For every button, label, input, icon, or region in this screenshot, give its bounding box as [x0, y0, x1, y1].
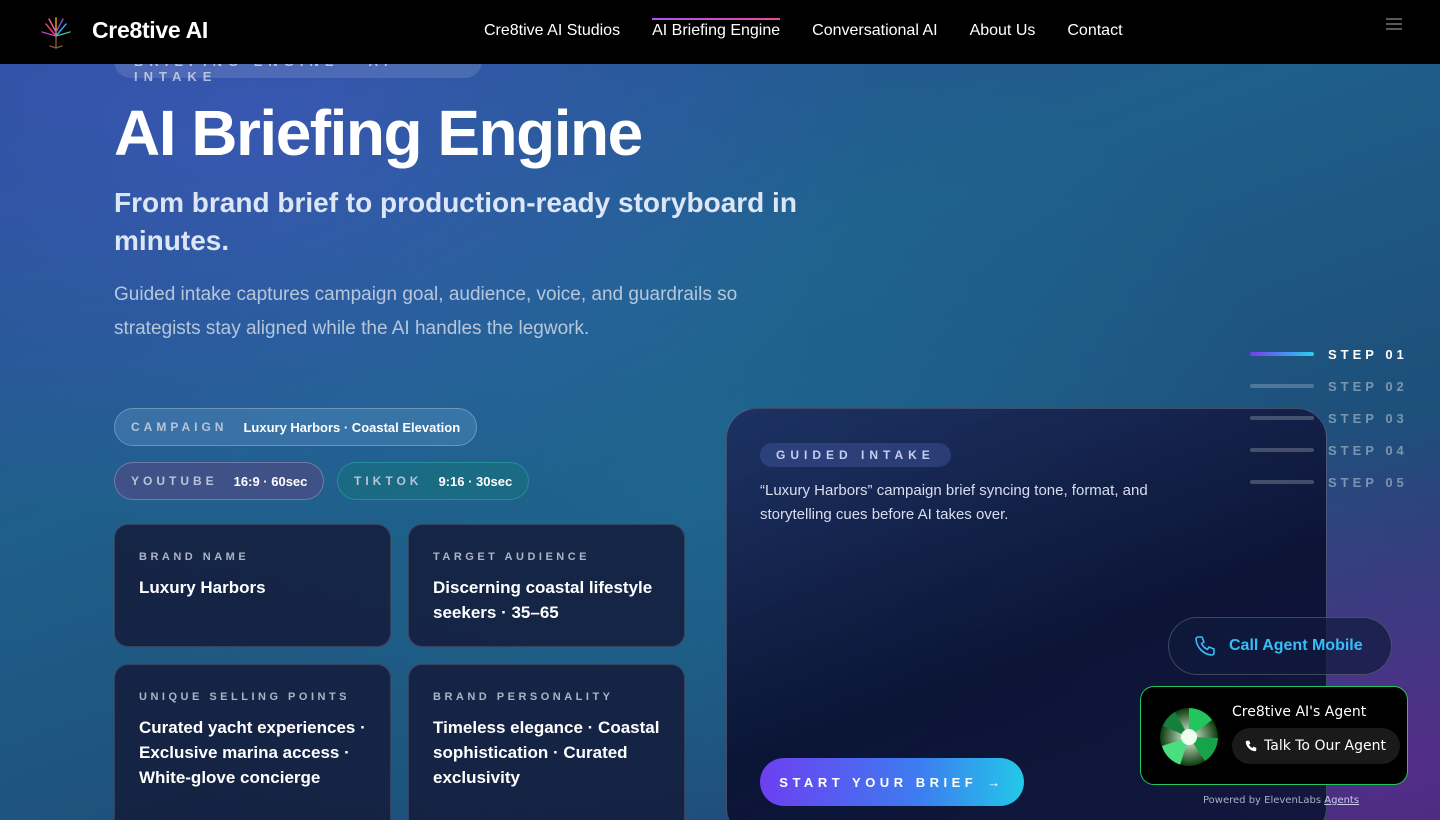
start-brief-button[interactable]: START YOUR BRIEF → — [760, 758, 1024, 806]
nav-link-conversational-ai[interactable]: Conversational AI — [812, 22, 937, 40]
target-audience-card: TARGET AUDIENCE Discerning coastal lifes… — [408, 524, 685, 647]
step-bar — [1250, 448, 1314, 452]
step-label: STEP 04 — [1328, 442, 1408, 458]
chip-value: Luxury Harbors · Coastal Elevation — [243, 419, 461, 435]
step-bar — [1250, 384, 1314, 388]
nav-link-briefing-engine[interactable]: AI Briefing Engine — [652, 18, 781, 40]
card-label: BRAND NAME — [139, 551, 250, 563]
agent-widget: Cre8tive AI's Agent Talk To Our Agent — [1140, 686, 1408, 785]
guided-intake-tag: GUIDED INTAKE — [760, 443, 951, 467]
chip-key: TIKTOK — [354, 474, 423, 488]
brand-name[interactable]: Cre8tive AI — [92, 17, 208, 44]
card-value: Curated yacht experiences · Exclusive ma… — [139, 718, 366, 787]
step-bar — [1250, 480, 1314, 484]
nav-links: Cre8tive AI Studios AI Briefing Engine C… — [484, 18, 1123, 40]
guided-intake-text: “Luxury Harbors” campaign brief syncing … — [760, 482, 1148, 523]
chip-key: YOUTUBE — [131, 474, 218, 488]
step-item-05[interactable]: STEP 05 — [1250, 466, 1408, 498]
hero-subtitle: From brand brief to production-ready sto… — [114, 187, 797, 256]
powered-by-prefix: Powered by ElevenLabs — [1203, 795, 1322, 806]
step-item-03[interactable]: STEP 03 — [1250, 402, 1408, 434]
chip-key: CAMPAIGN — [131, 420, 228, 434]
campaign-chip: CAMPAIGN Luxury Harbors · Coastal Elevat… — [114, 408, 478, 446]
page-title: AI Briefing Engine — [114, 97, 643, 169]
step-label: STEP 01 — [1328, 346, 1408, 362]
card-label: TARGET AUDIENCE — [433, 551, 590, 563]
talk-to-agent-label: Talk To Our Agent — [1264, 738, 1386, 754]
step-bar — [1250, 352, 1314, 356]
step-item-01[interactable]: STEP 01 — [1250, 338, 1408, 370]
nav-link-about[interactable]: About Us — [970, 22, 1036, 40]
nav-link-contact[interactable]: Contact — [1067, 22, 1122, 40]
agent-name: Cre8tive AI's Agent — [1232, 704, 1367, 720]
call-agent-mobile-button[interactable]: Call Agent Mobile — [1168, 617, 1392, 675]
step-item-04[interactable]: STEP 04 — [1250, 434, 1408, 466]
step-label: STEP 02 — [1328, 378, 1408, 394]
usp-card: UNIQUE SELLING POINTS Curated yacht expe… — [114, 664, 391, 820]
menu-icon[interactable] — [1386, 18, 1402, 30]
step-label: STEP 03 — [1328, 410, 1408, 426]
youtube-chip: YOUTUBE 16:9 · 60sec — [114, 462, 325, 500]
card-label: BRAND PERSONALITY — [433, 691, 614, 703]
call-agent-label: Call Agent Mobile — [1229, 637, 1363, 654]
talk-to-agent-button[interactable]: Talk To Our Agent — [1232, 728, 1400, 764]
powered-by-agents-link[interactable]: Agents — [1324, 795, 1359, 806]
card-value: Timeless elegance · Coastal sophisticati… — [433, 718, 660, 787]
step-bar — [1250, 416, 1314, 420]
arrow-right-icon: → — [987, 774, 1005, 790]
card-value: Discerning coastal lifestyle seekers · 3… — [433, 578, 653, 622]
top-nav: Cre8tive AI Cre8tive AI Studios AI Brief… — [0, 0, 1440, 64]
card-value: Luxury Harbors — [139, 578, 266, 597]
phone-icon — [1245, 740, 1257, 752]
tiktok-chip: TIKTOK 9:16 · 30sec — [337, 462, 530, 500]
start-brief-label: START YOUR BRIEF — [779, 774, 978, 790]
step-label: STEP 05 — [1328, 474, 1408, 490]
powered-by-text: Powered by ElevenLabs Agents — [1203, 795, 1359, 806]
step-indicator: STEP 01 STEP 02 STEP 03 STEP 04 STEP 05 — [1250, 338, 1408, 498]
card-label: UNIQUE SELLING POINTS — [139, 691, 351, 703]
nav-link-studios[interactable]: Cre8tive AI Studios — [484, 22, 620, 40]
hero-description: Guided intake captures campaign goal, au… — [114, 284, 738, 339]
brand-personality-card: BRAND PERSONALITY Timeless elegance · Co… — [408, 664, 685, 820]
tree-logo-icon[interactable] — [38, 14, 74, 50]
chip-value: 9:16 · 30sec — [438, 473, 513, 489]
chip-value: 16:9 · 60sec — [233, 473, 308, 489]
phone-icon — [1195, 636, 1215, 656]
agent-orb-avatar — [1160, 708, 1218, 766]
brand-name-card: BRAND NAME Luxury Harbors — [114, 524, 391, 647]
step-item-02[interactable]: STEP 02 — [1250, 370, 1408, 402]
